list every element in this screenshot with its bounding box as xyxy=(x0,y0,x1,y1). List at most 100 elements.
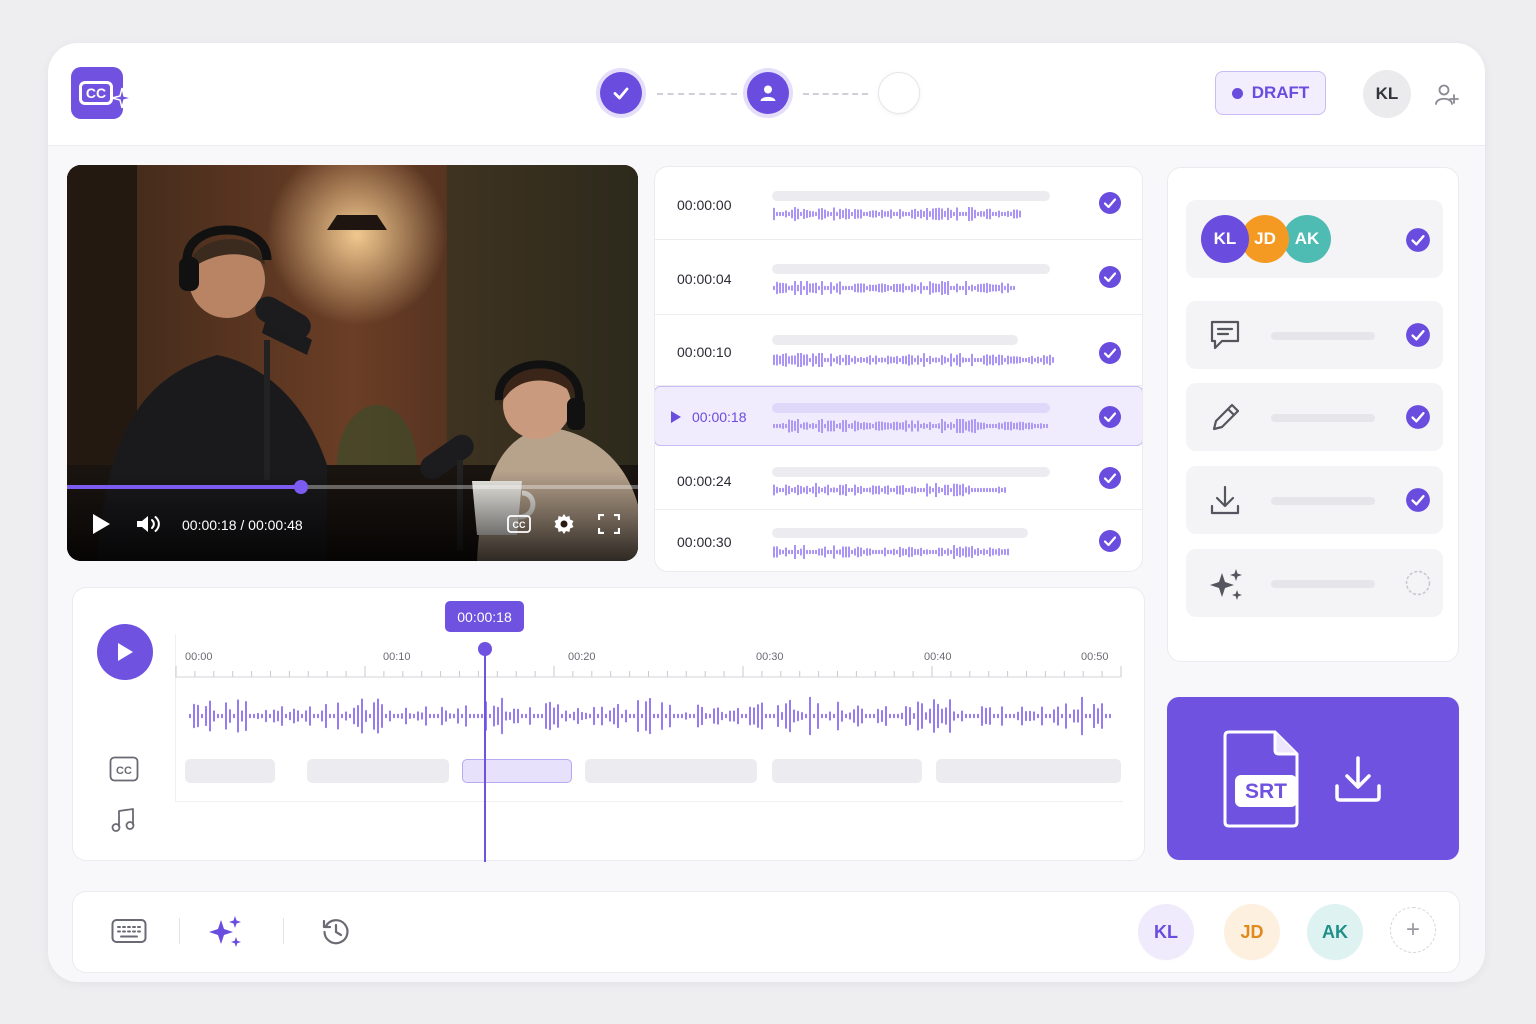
check-circle-icon xyxy=(1406,488,1430,512)
task-label-placeholder xyxy=(1271,332,1375,340)
pencil-icon xyxy=(1212,403,1240,431)
keyboard-icon[interactable] xyxy=(111,917,147,945)
avatar-kl: KL xyxy=(1201,215,1249,263)
export-format-label: SRT xyxy=(1245,780,1287,803)
list-item[interactable]: 00:00:10 xyxy=(655,315,1142,386)
status-label: DRAFT xyxy=(1251,83,1310,102)
segment-text-placeholder xyxy=(772,528,1028,538)
task-label-placeholder xyxy=(1271,580,1375,588)
caption-block[interactable] xyxy=(772,759,922,783)
playhead-handle[interactable] xyxy=(478,642,492,656)
captions-track-icon[interactable]: CC xyxy=(109,756,139,782)
comment-icon xyxy=(1210,320,1240,350)
caption-block[interactable] xyxy=(585,759,757,783)
segment-text-placeholder xyxy=(772,191,1050,201)
segment-waveform xyxy=(773,353,1054,367)
task-label-placeholder xyxy=(1271,497,1375,505)
audio-waveform[interactable] xyxy=(188,696,1118,736)
list-item-selected[interactable]: 00:00:18 xyxy=(655,386,1142,446)
playhead-time-label: 00:00:18 xyxy=(445,601,524,632)
video-progress-handle[interactable] xyxy=(294,480,309,494)
check-circle-icon xyxy=(1099,266,1121,288)
segment-text-placeholder xyxy=(772,403,1050,413)
list-item[interactable]: 00:00:04 xyxy=(655,240,1142,315)
check-circle-icon xyxy=(1099,192,1121,214)
app-logo[interactable]: CC xyxy=(71,67,133,119)
play-icon[interactable] xyxy=(91,513,111,535)
avatar-jd[interactable]: JD xyxy=(1226,906,1278,958)
step-3-pending[interactable] xyxy=(878,72,920,114)
caption-block[interactable] xyxy=(936,759,1121,783)
music-note-icon[interactable] xyxy=(110,807,136,833)
avatar[interactable]: KL xyxy=(1363,70,1411,118)
video-progress-fill xyxy=(67,485,302,489)
avatar-kl[interactable]: KL xyxy=(1140,906,1192,958)
segment-timestamp: 00:00:18 xyxy=(692,409,747,425)
video-progress-bar[interactable] xyxy=(67,480,638,494)
segment-text-placeholder xyxy=(772,264,1050,274)
logo-sparkle-icon xyxy=(111,87,133,109)
video-time-display: 00:00:18 / 00:00:48 xyxy=(182,517,303,533)
list-item[interactable]: 00:00:30 xyxy=(655,510,1142,571)
segment-text-placeholder xyxy=(772,335,1018,345)
check-circle-icon xyxy=(1099,467,1121,489)
time-ruler xyxy=(175,666,1122,678)
check-circle-icon xyxy=(1099,406,1121,428)
segment-waveform xyxy=(773,207,1021,221)
step-connector xyxy=(803,93,868,95)
segment-waveform xyxy=(773,545,1009,559)
history-icon[interactable] xyxy=(321,917,351,947)
status-badge[interactable]: DRAFT xyxy=(1215,71,1326,115)
step-2-current[interactable] xyxy=(747,72,789,114)
task-ai-enhance[interactable] xyxy=(1186,549,1443,617)
check-circle-icon xyxy=(1406,228,1430,252)
segment-waveform xyxy=(773,281,1015,295)
settings-gear-icon[interactable] xyxy=(552,512,576,536)
check-circle-icon xyxy=(1406,323,1430,347)
list-item[interactable]: 00:00:00 xyxy=(655,167,1142,240)
closed-captions-icon[interactable]: CC xyxy=(507,515,531,533)
sparkle-icon[interactable] xyxy=(206,914,246,950)
segment-timestamp: 00:00:00 xyxy=(677,197,732,213)
avatar-ak: AK xyxy=(1283,215,1331,263)
workflow-panel: AK JD KL xyxy=(1167,167,1459,662)
app-window: CC DRAFT KL 00:00:18 / 00:00:48 CC 00:00… xyxy=(48,43,1485,982)
add-collaborator-button[interactable]: + xyxy=(1390,907,1436,953)
svg-text:CC: CC xyxy=(116,765,132,777)
top-bar: CC DRAFT KL xyxy=(48,43,1485,146)
caption-block-selected[interactable] xyxy=(462,759,572,783)
svg-text:CC: CC xyxy=(513,520,526,530)
task-download[interactable] xyxy=(1186,466,1443,534)
segment-timestamp: 00:00:04 xyxy=(677,271,732,287)
task-comments[interactable] xyxy=(1186,301,1443,369)
toolbar-divider xyxy=(283,918,284,944)
export-srt-button[interactable]: SRT xyxy=(1167,697,1459,860)
playhead-line[interactable] xyxy=(484,648,486,862)
step-1-complete[interactable] xyxy=(600,72,642,114)
volume-icon[interactable] xyxy=(135,514,161,534)
segment-text-placeholder xyxy=(772,467,1050,477)
download-icon xyxy=(1335,756,1381,802)
check-icon xyxy=(613,87,629,100)
caption-block[interactable] xyxy=(185,759,275,783)
timeline-play-button[interactable] xyxy=(97,624,153,680)
step-connector xyxy=(657,93,737,95)
segment-timestamp: 00:00:24 xyxy=(677,473,732,489)
transcript-list: 00:00:00 00:00:04 00:00:10 00:00:18 00:0… xyxy=(654,166,1143,572)
sparkle-icon xyxy=(1210,569,1242,600)
avatar-ak[interactable]: AK xyxy=(1309,906,1361,958)
add-user-icon[interactable] xyxy=(1434,82,1460,108)
play-icon xyxy=(671,411,681,423)
timeline-editor: 00:00 00:10 00:20 00:30 00:40 00:50 CC 0… xyxy=(72,587,1145,862)
list-item[interactable]: 00:00:24 xyxy=(655,448,1142,510)
download-icon xyxy=(1210,485,1240,515)
status-dot xyxy=(1231,87,1243,99)
caption-block[interactable] xyxy=(307,759,449,783)
task-edit[interactable] xyxy=(1186,383,1443,451)
collaborators-row[interactable]: AK JD KL xyxy=(1186,200,1443,278)
task-label-placeholder xyxy=(1271,414,1375,422)
fullscreen-icon[interactable] xyxy=(598,514,620,534)
segment-waveform xyxy=(773,419,1048,433)
video-player[interactable]: 00:00:18 / 00:00:48 CC xyxy=(67,165,638,561)
check-circle-icon xyxy=(1406,405,1430,429)
